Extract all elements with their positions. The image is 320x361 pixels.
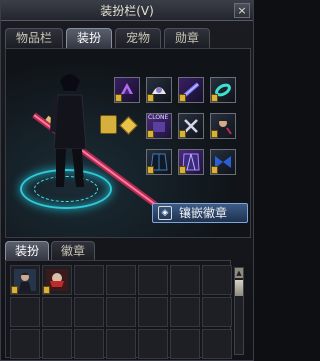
avatar-slot-shoes[interactable] [210, 149, 236, 175]
scroll-thumb[interactable] [235, 280, 243, 296]
avatar-slot-pants[interactable] [146, 149, 172, 175]
character-model-icon [50, 74, 87, 187]
tab-emblem[interactable]: 徽章 [51, 241, 96, 260]
inventory-slot[interactable] [74, 329, 104, 359]
lock-icon [211, 130, 218, 138]
inventory-slot[interactable] [138, 329, 168, 359]
tab-medal[interactable]: 勋章 [164, 28, 211, 48]
avatar-slot-hair[interactable] [114, 77, 140, 103]
inlay-emblem-label: 镶嵌徽章 [179, 206, 228, 220]
inventory-slot[interactable] [74, 297, 104, 327]
avatar-window: 装扮栏(V) × 物品栏 装扮 宠物 勋章 CLONE ◈ 镶嵌徽章 装扮 徽章… [0, 0, 254, 361]
lock-icon [179, 130, 186, 138]
tab-inventory[interactable]: 物品栏 [5, 28, 64, 48]
window-title: 装扮栏(V) [100, 4, 154, 18]
emblem-icon: ◈ [158, 206, 172, 220]
lock-icon [211, 94, 218, 102]
inventory-slot-2[interactable] [42, 265, 72, 295]
inventory-slot[interactable] [170, 329, 200, 359]
inventory-slot[interactable] [106, 329, 136, 359]
lock-icon [11, 286, 18, 294]
tab-avatar[interactable]: 装扮 [66, 28, 113, 48]
inventory-scrollbar[interactable]: ▲ [234, 267, 244, 355]
tab-avatar-items[interactable]: 装扮 [5, 241, 50, 260]
lock-icon [179, 94, 186, 102]
avatar-slot-belt[interactable] [178, 149, 204, 175]
sub-tabs: 装扮 徽章 [5, 241, 96, 260]
lock-icon [147, 130, 154, 138]
inventory-slot[interactable] [170, 297, 200, 327]
inventory-slot[interactable] [74, 265, 104, 295]
avatar-slot-neck[interactable] [210, 77, 236, 103]
inventory-slot[interactable] [42, 329, 72, 359]
title-bar[interactable]: 装扮栏(V) × [1, 1, 253, 21]
inventory-slot[interactable] [10, 297, 40, 327]
close-button[interactable]: × [234, 3, 250, 18]
inventory-slot[interactable] [202, 265, 232, 295]
lock-icon[interactable] [100, 115, 117, 134]
tab-pet[interactable]: 宠物 [115, 28, 162, 48]
lock-icon [211, 166, 218, 174]
inventory-slot-1[interactable] [10, 265, 40, 295]
scroll-up-icon[interactable]: ▲ [235, 268, 243, 278]
lock-icon [43, 286, 50, 294]
avatar-slot-skin[interactable] [178, 113, 204, 139]
lock-icon [147, 166, 154, 174]
inlay-emblem-button[interactable]: ◈ 镶嵌徽章 [152, 203, 248, 223]
inventory-slot[interactable] [170, 265, 200, 295]
equipment-panel: CLONE ◈ 镶嵌徽章 [5, 48, 251, 238]
lock-icon [179, 166, 186, 174]
clone-label: CLONE [148, 114, 169, 121]
lock-icon [115, 94, 122, 102]
main-tabs: 物品栏 装扮 宠物 勋章 [5, 28, 211, 48]
inventory-slot[interactable] [106, 297, 136, 327]
inventory-slot[interactable] [202, 329, 232, 359]
inventory-slot[interactable] [10, 329, 40, 359]
inventory-slot[interactable] [106, 265, 136, 295]
inventory-slot[interactable] [138, 265, 168, 295]
avatar-slot-coat[interactable]: CLONE [146, 113, 172, 139]
avatar-inventory-grid [5, 260, 232, 359]
avatar-slot-hat[interactable] [146, 77, 172, 103]
avatar-slot-weapon[interactable] [210, 113, 236, 139]
inventory-slot[interactable] [138, 297, 168, 327]
inventory-slot[interactable] [202, 297, 232, 327]
lock-icon [147, 94, 154, 102]
inventory-slot[interactable] [42, 297, 72, 327]
avatar-slot-face[interactable] [178, 77, 204, 103]
